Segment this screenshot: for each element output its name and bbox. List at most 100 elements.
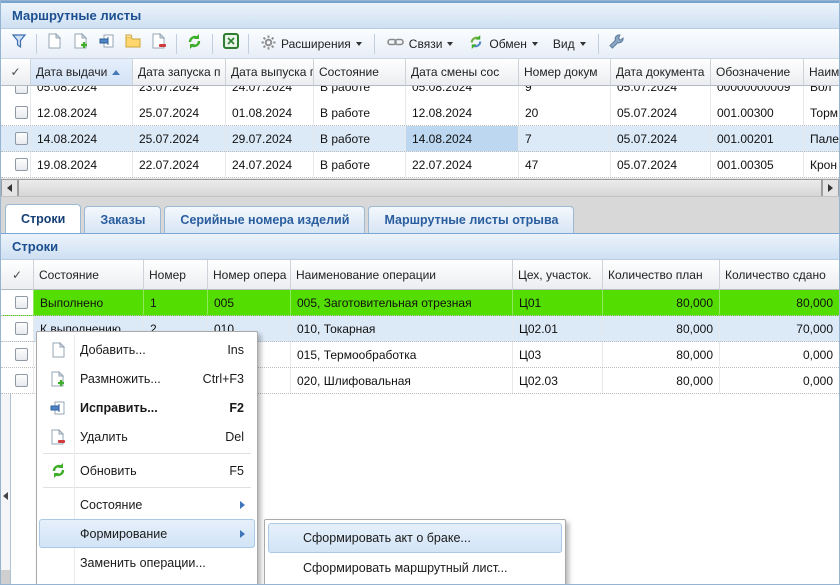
- export-excel-button[interactable]: [218, 32, 243, 56]
- chevron-down-icon: [580, 42, 586, 46]
- tab-serial-numbers[interactable]: Серийные номера изделий: [164, 206, 365, 233]
- cell-workshop: Ц01: [513, 290, 603, 315]
- route-sheets-window: Маршрутные листы: [0, 0, 840, 585]
- menu-item-add[interactable]: Добавить... Ins: [39, 335, 255, 364]
- table-row[interactable]: 19.08.2024 22.07.2024 24.07.2024 В работ…: [1, 152, 839, 178]
- column-header-name[interactable]: Наим: [804, 59, 839, 86]
- filter-button[interactable]: [6, 32, 31, 56]
- scroll-left-button[interactable]: [1, 179, 18, 197]
- cell-doc-number: 47: [519, 152, 611, 177]
- settings-button[interactable]: [604, 32, 629, 56]
- cell-issue-date: 12.08.2024: [31, 100, 133, 125]
- menu-item-refresh[interactable]: Обновить F5: [39, 456, 255, 485]
- column-header-operation-number[interactable]: Номер опера: [208, 260, 291, 290]
- column-header-qty-plan[interactable]: Количество план: [603, 260, 720, 290]
- duplicate-button[interactable]: [68, 32, 93, 56]
- cell-operation-name: 005, Заготовительная отрезная: [291, 290, 513, 315]
- edit-button[interactable]: [94, 32, 119, 56]
- chevron-down-icon: [447, 42, 453, 46]
- toolbar-separator: [248, 34, 249, 54]
- tab-zakazy[interactable]: Заказы: [84, 206, 161, 233]
- exchange-menu-button[interactable]: Обмен: [461, 32, 545, 55]
- open-button[interactable]: [120, 32, 145, 56]
- cell-qty-done: 0,000: [720, 342, 839, 367]
- cell-qty-plan: 80,000: [603, 316, 720, 341]
- cell-name: Пале: [804, 126, 839, 151]
- column-header-doc-number[interactable]: Номер докум: [519, 59, 611, 86]
- cell-qty-done: 70,000: [720, 316, 839, 341]
- column-header-doc-date[interactable]: Дата документа: [611, 59, 711, 86]
- scrollbar-thumb[interactable]: [18, 179, 822, 197]
- column-header-state-change-date[interactable]: Дата смены сос: [406, 59, 519, 86]
- column-header-start-date[interactable]: Дата запуска п: [133, 59, 226, 86]
- cell-start-date: 25.07.2024: [133, 100, 226, 125]
- cell-start-date: 25.07.2024: [133, 126, 226, 151]
- cell-issue-date: 05.08.2024: [31, 86, 133, 100]
- row-checkbox[interactable]: [15, 348, 28, 361]
- panel-splitter[interactable]: [1, 394, 11, 584]
- table-row[interactable]: 12.08.2024 25.07.2024 01.08.2024 В работ…: [1, 100, 839, 126]
- row-checkbox[interactable]: [15, 106, 28, 119]
- column-header-designation[interactable]: Обозначение: [711, 59, 804, 86]
- select-all-header[interactable]: ✓: [1, 59, 31, 86]
- cell-designation: 001.00300: [711, 100, 804, 125]
- row-checkbox[interactable]: [15, 132, 28, 145]
- chevron-down-icon: [356, 42, 362, 46]
- submenu-item-route-sheet[interactable]: Сформировать маршрутный лист...: [268, 553, 562, 583]
- column-header-qty-done[interactable]: Количество сдано: [720, 260, 839, 290]
- cell-state-change-date: 22.07.2024: [406, 152, 519, 177]
- menu-item-edit[interactable]: Исправить... F2: [39, 393, 255, 422]
- document-plus-icon: [40, 371, 76, 387]
- menu-item-delete[interactable]: Удалить Del: [39, 422, 255, 451]
- table-row-completed[interactable]: Выполнено 1 005 005, Заготовительная отр…: [1, 290, 839, 316]
- document-minus-icon: [40, 429, 76, 445]
- view-menu-button[interactable]: Вид: [546, 35, 593, 53]
- exchange-icon: [468, 34, 484, 53]
- table-row-clipped[interactable]: 05.08.2024 23.07.2024 24.07.2024 В работ…: [1, 86, 839, 100]
- horizontal-scrollbar[interactable]: [1, 178, 839, 196]
- refresh-icon: [186, 33, 203, 55]
- submenu-arrow-icon: [240, 530, 245, 538]
- menu-item-replace-operations[interactable]: Заменить операции...: [39, 548, 255, 577]
- toolbar-separator: [176, 34, 177, 54]
- cell-release-date: 01.08.2024: [226, 100, 314, 125]
- column-header-number[interactable]: Номер: [144, 260, 208, 290]
- submenu-arrow-icon: [240, 501, 245, 509]
- row-checkbox[interactable]: [15, 86, 28, 94]
- scroll-right-button[interactable]: [822, 179, 839, 197]
- tab-route-sheets-otryva[interactable]: Маршрутные листы отрыва: [368, 206, 574, 233]
- refresh-button[interactable]: [182, 32, 207, 56]
- cell-doc-number: 20: [519, 100, 611, 125]
- extensions-menu-button[interactable]: Расширения: [254, 33, 369, 55]
- column-header-issue-date[interactable]: Дата выдачи: [31, 59, 133, 86]
- exchange-menu-label: Обмен: [489, 37, 527, 51]
- row-checkbox[interactable]: [15, 374, 28, 387]
- wrench-icon: [608, 33, 625, 55]
- cell-release-date: 24.07.2024: [226, 86, 314, 100]
- delete-button[interactable]: [146, 32, 171, 56]
- menu-item-formation[interactable]: Формирование: [39, 519, 255, 548]
- column-header-state[interactable]: Состояние: [34, 260, 144, 290]
- column-header-state[interactable]: Состояние: [314, 59, 406, 86]
- column-header-release-date[interactable]: Дата выпуска п: [226, 59, 314, 86]
- menu-item-state[interactable]: Состояние: [39, 490, 255, 519]
- cell-operation-name: 020, Шлифовальная: [291, 368, 513, 393]
- cell-number: 1: [144, 290, 208, 315]
- column-header-workshop[interactable]: Цех, участок.: [513, 260, 603, 290]
- menu-item-duplicate[interactable]: Размножить... Ctrl+F3: [39, 364, 255, 393]
- tab-stroki[interactable]: Строки: [5, 204, 81, 233]
- context-menu: Добавить... Ins Размножить... Ctrl+F3 Ис…: [36, 331, 258, 585]
- links-menu-button[interactable]: Связи: [380, 34, 461, 53]
- arrow-right-icon: [828, 184, 833, 192]
- submenu-item-defect-act[interactable]: Сформировать акт о браке...: [268, 523, 562, 553]
- row-checkbox[interactable]: [15, 322, 28, 335]
- row-checkbox[interactable]: [15, 158, 28, 171]
- cell-state-change-date: 12.08.2024: [406, 100, 519, 125]
- menu-separator: [43, 453, 251, 454]
- row-checkbox[interactable]: [15, 296, 28, 309]
- shortcut-label: Ctrl+F3: [203, 372, 254, 386]
- select-all-header[interactable]: ✓: [1, 260, 34, 290]
- table-row-selected[interactable]: 14.08.2024 25.07.2024 29.07.2024 В работ…: [1, 126, 839, 152]
- add-button[interactable]: [42, 32, 67, 56]
- column-header-operation-name[interactable]: Наименование операции: [291, 260, 513, 290]
